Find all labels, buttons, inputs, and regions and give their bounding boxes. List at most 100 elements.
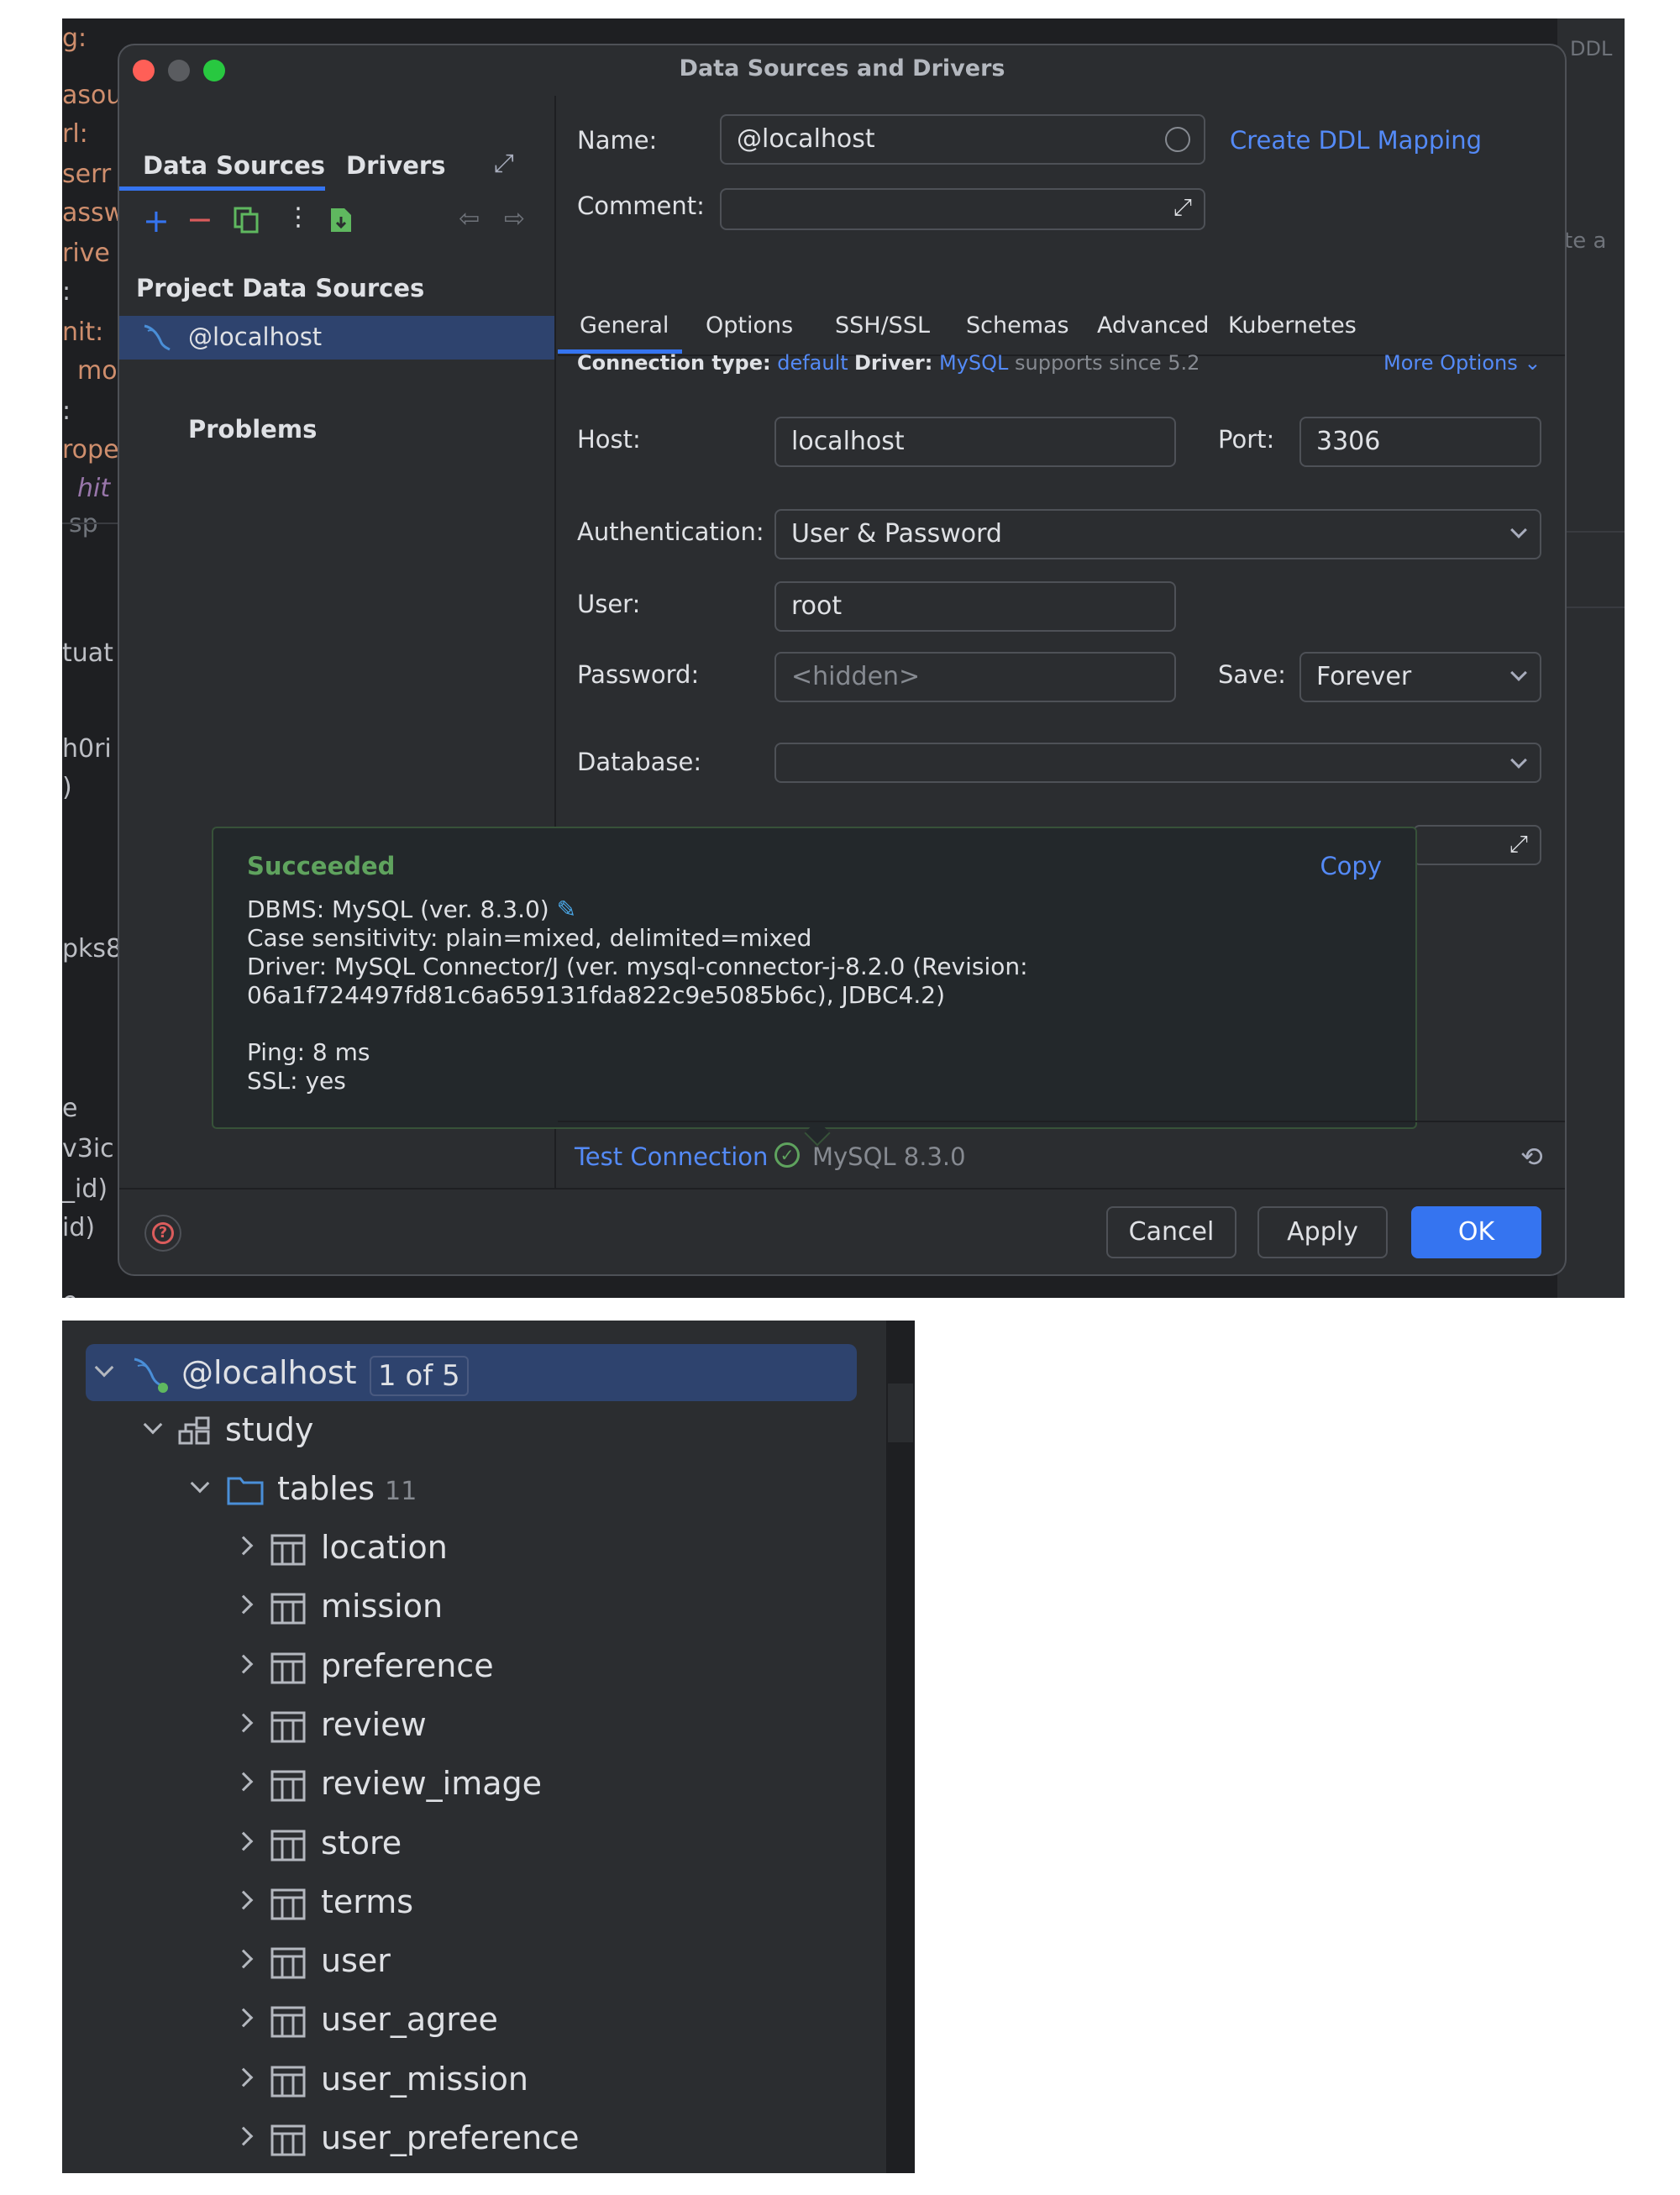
connection-type-value[interactable]: default	[777, 351, 848, 375]
authentication-value: User & Password	[791, 519, 1002, 549]
url-input[interactable]: ⤢	[1413, 825, 1541, 865]
more-options-link[interactable]: More Options	[1383, 351, 1518, 375]
cancel-button[interactable]: Cancel	[1106, 1206, 1236, 1258]
user-input[interactable]: root	[774, 581, 1176, 632]
duplicate-icon[interactable]	[234, 207, 259, 238]
tree-row-table[interactable]: preference	[234, 1644, 825, 1694]
driver-value[interactable]: MySQL	[939, 351, 1008, 375]
add-icon[interactable]: +	[143, 205, 170, 237]
expand-icon[interactable]: ⤢	[1509, 830, 1528, 859]
name-label: Name:	[577, 126, 658, 155]
tab-schemas[interactable]: Schemas	[966, 312, 1069, 339]
code-line: v3ic	[62, 1134, 114, 1163]
data-source-item-localhost[interactable]: @localhost	[119, 316, 554, 360]
name-input[interactable]: @localhost	[720, 114, 1205, 165]
tree-row-table[interactable]: terms	[234, 1880, 825, 1930]
chevron-right-icon[interactable]	[234, 1890, 254, 1910]
divider	[119, 1188, 1565, 1189]
chevron-right-icon[interactable]	[234, 1831, 254, 1851]
chevron-down-icon[interactable]	[94, 1357, 114, 1378]
table-icon	[270, 1534, 306, 1566]
chevron-right-icon[interactable]	[234, 1594, 254, 1615]
active-tab-indicator	[119, 186, 325, 191]
tree-row-tables-folder[interactable]: tables 11	[190, 1467, 778, 1517]
chevron-right-icon[interactable]	[234, 2126, 254, 2146]
host-input[interactable]: localhost	[774, 417, 1176, 467]
pencil-icon[interactable]: ✎	[557, 895, 576, 923]
chevron-right-icon[interactable]	[234, 1949, 254, 1969]
import-icon[interactable]	[329, 207, 353, 238]
tree-root-localhost[interactable]: @localhost 1 of 5	[86, 1344, 857, 1401]
port-input[interactable]: 3306	[1299, 417, 1541, 467]
tab-data-sources[interactable]: Data Sources	[143, 151, 325, 180]
forward-arrow-icon[interactable]: ⇨	[504, 207, 525, 232]
chevron-down-icon[interactable]	[143, 1415, 163, 1435]
tree-row-table[interactable]: user_mission	[234, 2057, 825, 2108]
tree-row-table[interactable]: review	[234, 1703, 825, 1753]
tab-drivers[interactable]: Drivers	[346, 151, 445, 180]
tree-row-table[interactable]: user_agree	[234, 1998, 825, 2048]
expand-icon[interactable]: ⤢	[494, 151, 514, 176]
code-line: asou	[62, 81, 123, 110]
code-line: e	[62, 1094, 78, 1123]
tab-ssh-ssl[interactable]: SSH/SSL	[835, 312, 930, 339]
code-line: _id)	[62, 1174, 108, 1204]
mysql-icon	[144, 324, 171, 351]
ddl-label: DDL	[1570, 37, 1613, 60]
tree-row-table[interactable]: review_image	[234, 1762, 825, 1812]
tree-row-table[interactable]: store	[234, 1821, 825, 1872]
more-vertical-icon[interactable]: ⋮	[286, 205, 311, 230]
back-arrow-icon[interactable]: ⇦	[459, 207, 480, 232]
ok-button[interactable]: OK	[1411, 1206, 1541, 1258]
remove-icon[interactable]: −	[186, 203, 213, 235]
color-circle-icon[interactable]	[1165, 127, 1190, 152]
tab-general[interactable]: General	[580, 312, 669, 339]
tab-advanced[interactable]: Advanced	[1097, 312, 1209, 339]
expand-icon[interactable]: ⤢	[1173, 193, 1192, 222]
apply-button[interactable]: Apply	[1257, 1206, 1388, 1258]
mysql-icon	[134, 1357, 168, 1393]
code-line: :	[62, 277, 71, 307]
chevron-right-icon[interactable]	[234, 1536, 254, 1556]
database-select[interactable]	[774, 743, 1541, 783]
chevron-right-icon[interactable]	[234, 2067, 254, 2087]
comment-label: Comment:	[577, 192, 705, 220]
table-icon	[270, 1593, 306, 1625]
scrollbar-thumb[interactable]	[888, 1384, 913, 1442]
tab-kubernetes[interactable]: Kubernetes	[1228, 312, 1357, 339]
status-succeeded: Succeeded	[247, 852, 396, 880]
comment-input[interactable]: ⤢	[720, 188, 1205, 230]
check-circle-icon: ✓	[774, 1142, 800, 1168]
table-icon	[270, 1770, 306, 1802]
help-button[interactable]: ?	[144, 1215, 181, 1252]
more-options-row[interactable]: More Options ⌄	[1383, 351, 1541, 375]
code-line: e	[62, 1287, 77, 1298]
password-input[interactable]: <hidden>	[774, 652, 1176, 702]
divider	[558, 1121, 1565, 1122]
reset-icon[interactable]: ⟲	[1520, 1141, 1543, 1173]
chevron-right-icon[interactable]	[234, 1713, 254, 1733]
port-label: Port:	[1218, 425, 1275, 454]
tree-row-schema-study[interactable]: study	[143, 1408, 815, 1458]
divider	[62, 522, 121, 524]
tab-options[interactable]: Options	[706, 312, 793, 339]
copy-button[interactable]: Copy	[1320, 852, 1382, 880]
test-connection-link[interactable]: Test Connection	[575, 1142, 768, 1171]
create-ddl-mapping-link[interactable]: Create DDL Mapping	[1230, 126, 1482, 155]
tree-row: @localhost 1 of 5	[94, 1351, 850, 1401]
tree-row-table[interactable]: user_preference	[234, 2116, 825, 2166]
authentication-select[interactable]: User & Password	[774, 509, 1541, 559]
chevron-right-icon[interactable]	[234, 1772, 254, 1792]
save-select[interactable]: Forever	[1299, 652, 1541, 702]
tree-row-table[interactable]: location	[234, 1525, 825, 1576]
driver-label: Driver:	[854, 351, 933, 375]
chevron-down-icon[interactable]	[190, 1473, 210, 1494]
code-line: rive	[62, 239, 110, 268]
tree-row-table[interactable]: mission	[234, 1584, 825, 1635]
problems-item[interactable]: Problems	[188, 415, 317, 444]
right-pane-text: te a	[1564, 228, 1607, 254]
chevron-right-icon[interactable]	[234, 2009, 254, 2028]
scrollbar[interactable]	[886, 1321, 915, 2173]
chevron-right-icon[interactable]	[234, 1654, 254, 1673]
tree-row-table[interactable]: user	[234, 1939, 825, 1989]
